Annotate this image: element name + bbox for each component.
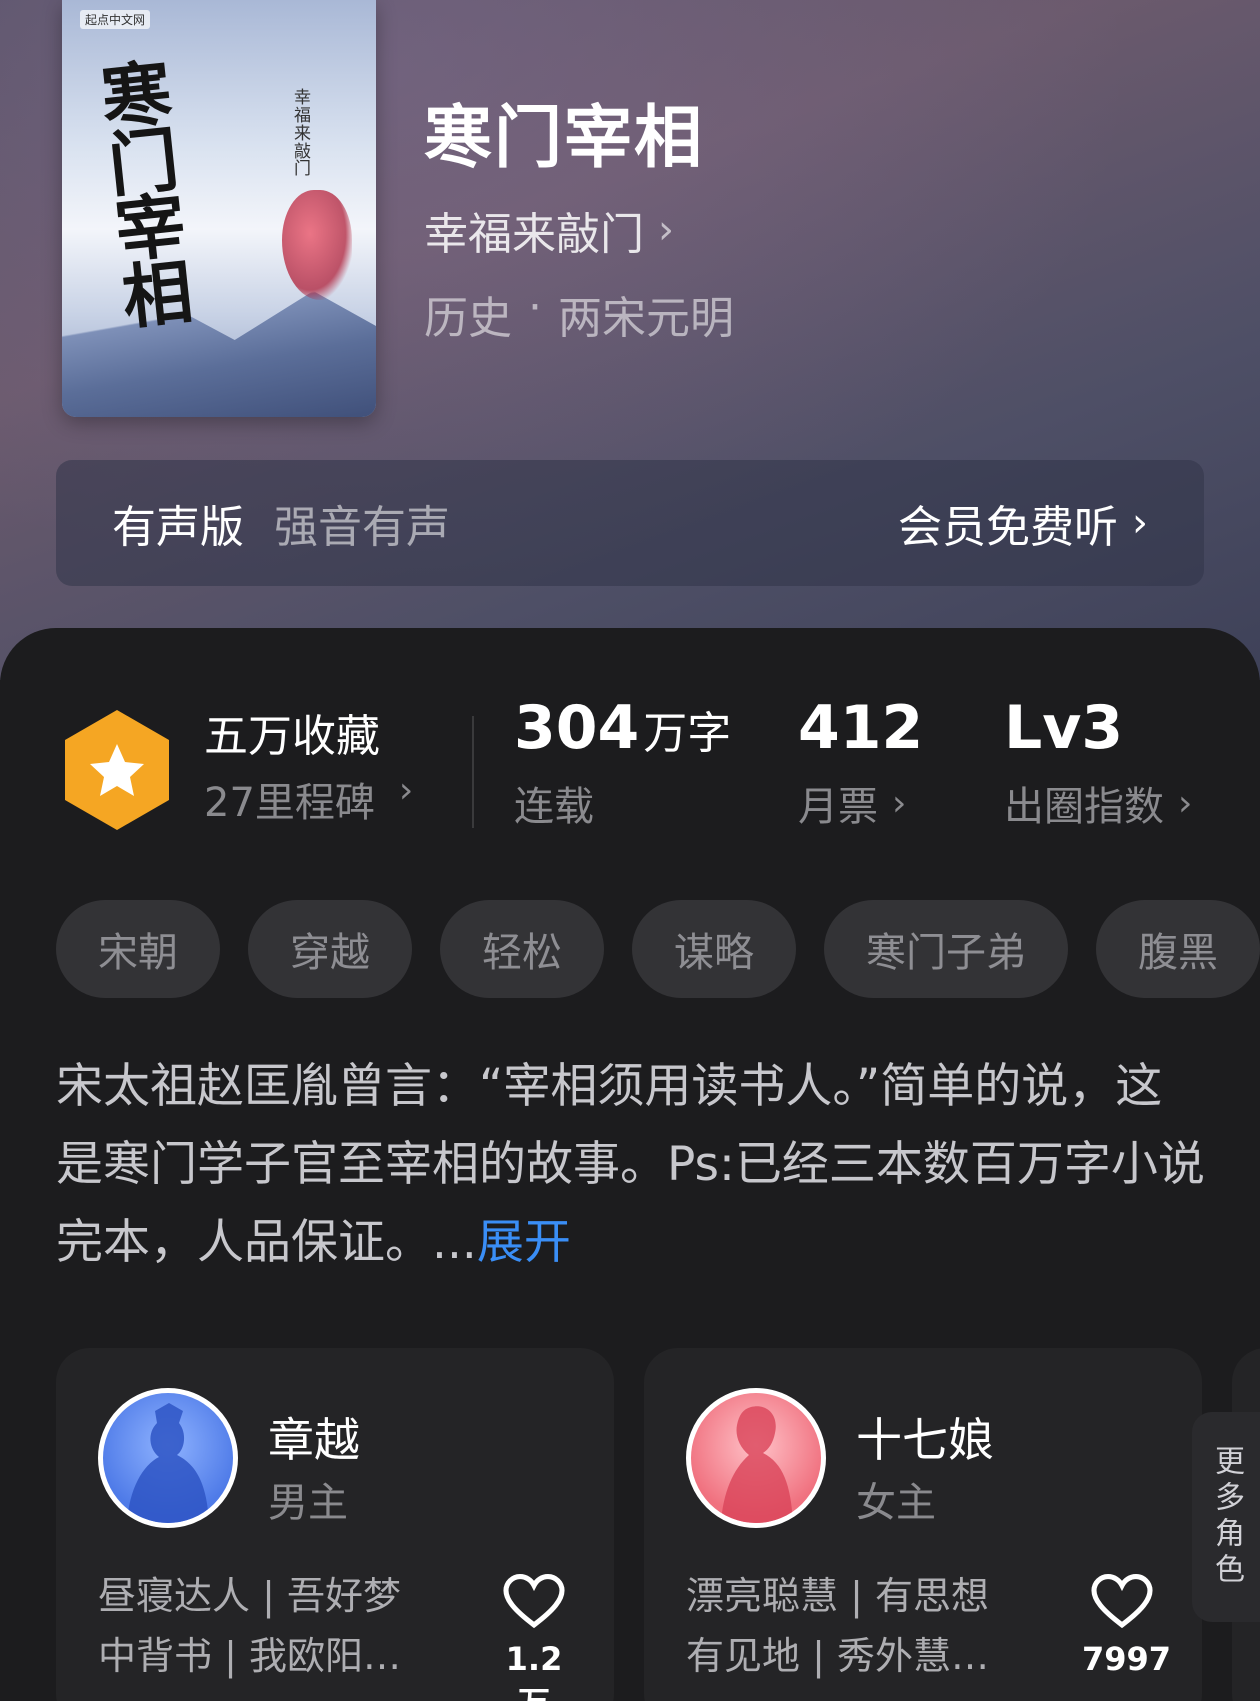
character-role: 女主 [856, 1480, 936, 1526]
female-silhouette-icon [721, 1406, 793, 1523]
synopsis-text: 宋太祖赵匡胤曾言：“宰相须用读书人。”简单的说，这是寒门学子官至宰相的故事。Ps… [56, 1059, 1205, 1270]
like-count: 1.2万 [505, 1640, 563, 1701]
expand-link[interactable]: 展开 [477, 1215, 571, 1270]
tag-chip[interactable]: 谋略 [632, 900, 796, 998]
stats-row: 五万收藏 27里程碑 › 304 万字 连载 412 月票 › Lv3 出圈指数… [0, 698, 1260, 830]
character-name: 十七娘 [856, 1413, 994, 1467]
heart-icon [503, 1573, 565, 1629]
character-card[interactable]: 章越 男主 昼寝达人 | 吾好梦中背书 | 我欧阳… 1.2万 [56, 1348, 614, 1701]
word-count-unit: 万字 [643, 708, 732, 759]
cover-title-calligraphy: 寒门宰相 [97, 50, 197, 340]
popularity-level: Lv3 [1004, 693, 1124, 763]
character-card[interactable]: 十七娘 女主 漂亮聪慧 | 有思想有见地 | 秀外慧… 7997 [644, 1348, 1202, 1701]
more-characters-label: 更多角色 [1209, 1445, 1244, 1589]
like-button[interactable]: 7997 [1082, 1573, 1172, 1678]
heart-icon [1091, 1573, 1153, 1629]
chevron-right-icon: › [398, 770, 414, 811]
cover-publisher-logo: 起点中文网 [80, 10, 151, 29]
popularity-label: 出圈指数 [1004, 784, 1164, 830]
author-name: 幸福来敲门 [424, 209, 644, 260]
word-count-stat: 304 万字 连载 [514, 698, 731, 832]
tag-list: 宋朝 穿越 轻松 谋略 寒门子弟 腹黑 [56, 900, 1260, 998]
audio-label: 有声版 [112, 502, 244, 553]
popularity-index-stat[interactable]: Lv3 出圈指数 › [1004, 698, 1192, 832]
book-detail-panel: 五万收藏 27里程碑 › 304 万字 连载 412 月票 › Lv3 出圈指数… [0, 628, 1260, 1701]
male-silhouette-icon [127, 1403, 209, 1523]
genre-main: 历史 [424, 293, 512, 344]
character-description: 昼寝达人 | 吾好梦中背书 | 我欧阳… [98, 1574, 401, 1678]
tag-chip[interactable]: 穿越 [248, 900, 412, 998]
like-count: 7997 [1082, 1640, 1172, 1678]
more-characters-button[interactable]: 更多角色 [1192, 1412, 1260, 1622]
character-role: 男主 [268, 1480, 348, 1526]
tag-chip[interactable]: 寒门子弟 [824, 900, 1068, 998]
synopsis: 宋太祖赵匡胤曾言：“宰相须用读书人。”简单的说，这是寒门学子官至宰相的故事。Ps… [56, 1048, 1206, 1282]
audio-cta-label: 会员免费听 [898, 502, 1118, 553]
character-avatar [98, 1388, 238, 1528]
chevron-right-icon: › [1132, 500, 1148, 546]
character-description: 漂亮聪慧 | 有思想有见地 | 秀外慧… [686, 1574, 989, 1678]
monthly-votes-label: 月票 [798, 784, 878, 830]
milestones-label: 27里程碑 [204, 780, 375, 826]
tag-chip[interactable]: 轻松 [440, 900, 604, 998]
tag-chip[interactable]: 腹黑 [1096, 900, 1260, 998]
milestones-link[interactable]: 27里程碑 › [204, 770, 413, 828]
stats-divider [472, 716, 474, 828]
like-button[interactable]: 1.2万 [494, 1573, 574, 1701]
book-title: 寒门宰相 [424, 98, 705, 178]
cover-author-text: 幸福来敲门 [294, 88, 311, 180]
character-avatar [686, 1388, 826, 1528]
chevron-right-icon: › [658, 207, 674, 253]
star-badge-icon [65, 710, 169, 830]
book-genre: 历史 · 两宋元明 [424, 282, 734, 346]
word-count-value: 304 [514, 693, 640, 763]
monthly-votes-stat[interactable]: 412 月票 › [798, 698, 923, 832]
character-name: 章越 [268, 1413, 360, 1467]
chevron-right-icon: › [892, 782, 907, 824]
audio-provider: 强音有声 [274, 502, 450, 553]
tag-chip[interactable]: 宋朝 [56, 900, 220, 998]
cover-art-ribbon [282, 190, 352, 300]
genre-sub: 两宋元明 [558, 293, 734, 344]
audiobook-bar[interactable]: 有声版 强音有声 会员免费听 › [56, 460, 1204, 586]
book-cover[interactable]: 起点中文网 寒门宰相 幸福来敲门 [62, 0, 376, 417]
serial-status: 连载 [514, 784, 594, 830]
audio-free-listen-button[interactable]: 会员免费听 › [898, 491, 1148, 555]
author-link[interactable]: 幸福来敲门 › [424, 198, 674, 262]
monthly-votes-value: 412 [798, 693, 924, 763]
genre-separator: · [528, 282, 542, 333]
chevron-right-icon: › [1178, 782, 1193, 824]
favorites-count: 五万收藏 [204, 711, 380, 762]
